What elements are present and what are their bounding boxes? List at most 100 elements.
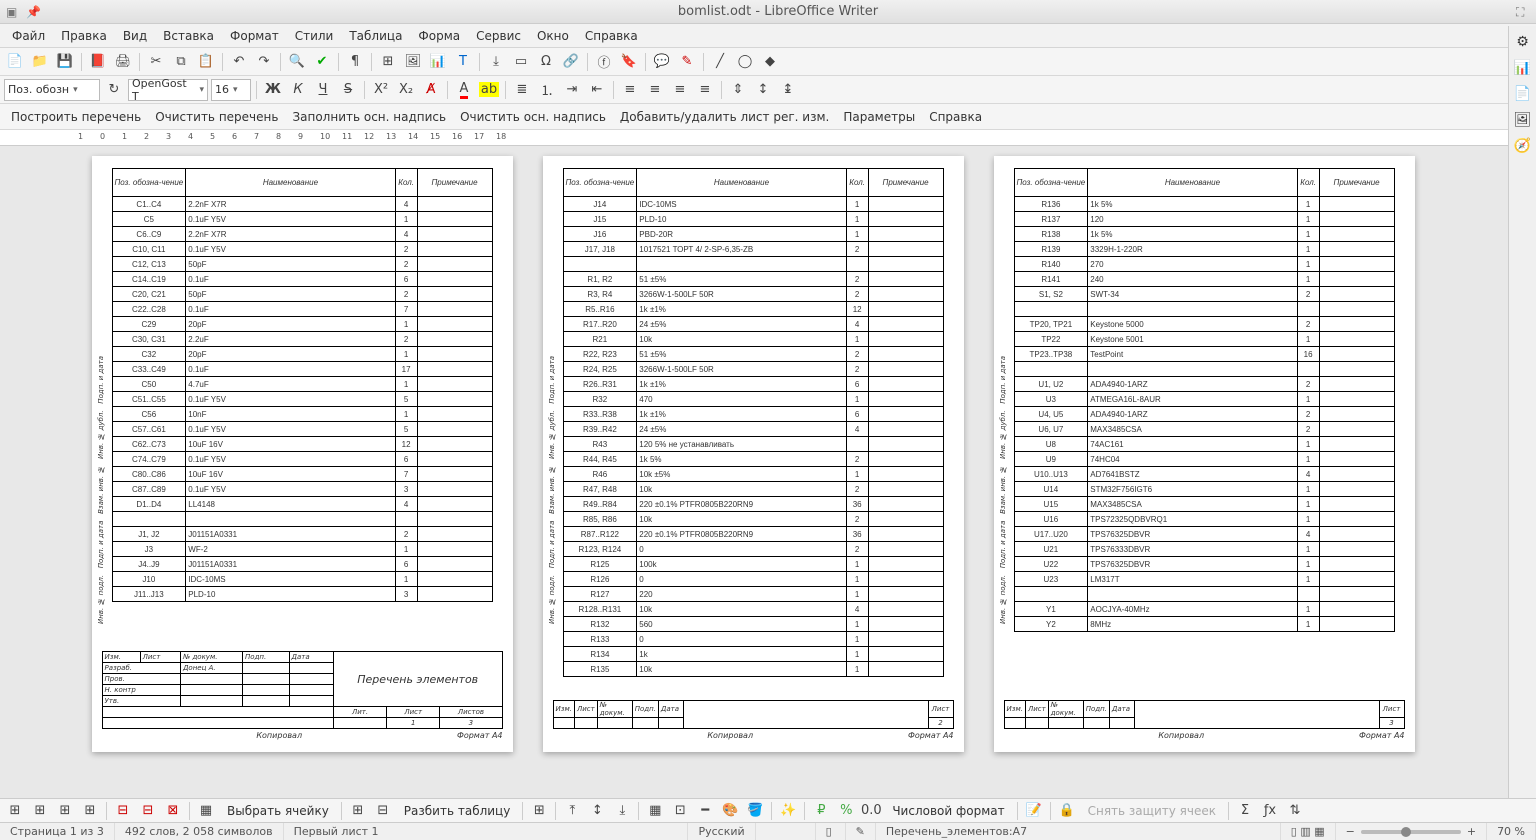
table-row[interactable]: J10IDC-10MS1 xyxy=(112,572,492,587)
table-row[interactable]: U23LM317T1 xyxy=(1014,572,1394,587)
menu-Формат[interactable]: Формат xyxy=(222,26,287,46)
table-row[interactable]: R12601 xyxy=(563,572,943,587)
line-button[interactable]: ╱ xyxy=(709,51,731,73)
sum-button[interactable]: Σ xyxy=(1234,800,1256,822)
language-indicator[interactable]: Русский xyxy=(688,823,755,840)
table-row[interactable]: U4, U5ADA4940-1ARZ2 xyxy=(1014,407,1394,422)
currency-icon[interactable]: ₽ xyxy=(810,800,832,822)
page-style[interactable]: Первый лист 1 xyxy=(284,823,689,840)
sort-button[interactable]: ⇅ xyxy=(1284,800,1306,822)
bom-table-1[interactable]: Поз. обозна-чение Наименование Кол. Прим… xyxy=(112,168,493,602)
border-button[interactable]: ⊡ xyxy=(669,800,691,822)
superscript-button[interactable]: X² xyxy=(370,79,392,101)
align-center-button[interactable]: ≡ xyxy=(644,79,666,101)
menu-Справка[interactable]: Справка xyxy=(577,26,646,46)
table-row[interactable]: R13510k1 xyxy=(563,662,943,677)
bom-table-2[interactable]: Поз. обозна-чение Наименование Кол. Прим… xyxy=(563,168,944,677)
update-style-button[interactable]: ↻ xyxy=(103,79,125,101)
table-row[interactable]: Y28MHz1 xyxy=(1014,617,1394,632)
table-row[interactable]: C22..C280.1uF7 xyxy=(112,302,492,317)
page-indicator[interactable]: Страница 1 из 3 xyxy=(0,823,115,840)
addon-Очистить-перечень[interactable]: Очистить перечень xyxy=(148,107,285,127)
highlight-button[interactable]: ab xyxy=(478,79,500,101)
table-row[interactable]: R13301 xyxy=(563,632,943,647)
table-row[interactable]: C30, C312.2uF2 xyxy=(112,332,492,347)
table-row[interactable]: R4610k ±5%1 xyxy=(563,467,943,482)
table-row[interactable]: TP20, TP21Keystone 50002 xyxy=(1014,317,1394,332)
font-size-combo[interactable]: 16▾ xyxy=(211,79,251,101)
autoformat-button[interactable]: ✨ xyxy=(777,800,799,822)
table-row[interactable]: C74..C790.1uF Y5V6 xyxy=(112,452,492,467)
subscript-button[interactable]: X₂ xyxy=(395,79,417,101)
italic-button[interactable]: К xyxy=(287,79,309,101)
table-row[interactable]: C1..C42.2nF X7R4 xyxy=(112,197,492,212)
save-button[interactable]: 💾 xyxy=(54,51,76,73)
table-row[interactable]: U1, U2ADA4940-1ARZ2 xyxy=(1014,377,1394,392)
table-row[interactable]: R324701 xyxy=(563,392,943,407)
align-top-button[interactable]: ⤒ xyxy=(561,800,583,822)
table-row[interactable]: R33..R381k ±1%6 xyxy=(563,407,943,422)
footnote-button[interactable]: ⓕ xyxy=(593,51,615,73)
table-row[interactable]: U874AC1611 xyxy=(1014,437,1394,452)
insert-row-above-button[interactable]: ⊞ xyxy=(4,800,26,822)
paragraph-style-combo[interactable]: Поз. обозн▾ xyxy=(4,79,100,101)
table-row[interactable]: C5610nF1 xyxy=(112,407,492,422)
table-row[interactable] xyxy=(1014,587,1394,602)
field-button[interactable]: ▭ xyxy=(510,51,532,73)
select-cell-icon[interactable]: ▦ xyxy=(195,800,217,822)
table-row[interactable]: R85, R8610k2 xyxy=(563,512,943,527)
table-row[interactable] xyxy=(563,257,943,272)
table-row[interactable]: C3220pF1 xyxy=(112,347,492,362)
sidebar-settings-icon[interactable]: ⚙ xyxy=(1513,32,1533,52)
new-button[interactable]: 📄 xyxy=(4,51,26,73)
spellcheck-button[interactable]: ✔ xyxy=(311,51,333,73)
table-row[interactable]: C57..C610.1uF Y5V5 xyxy=(112,422,492,437)
table-row[interactable]: U3ATMEGA16L-8AUR1 xyxy=(1014,392,1394,407)
bold-button[interactable]: Ж xyxy=(262,79,284,101)
insert-row-below-button[interactable]: ⊞ xyxy=(29,800,51,822)
table-row[interactable]: C33..C490.1uF17 xyxy=(112,362,492,377)
formatting-marks-button[interactable]: ¶ xyxy=(344,51,366,73)
special-char-button[interactable]: Ω xyxy=(535,51,557,73)
table-row[interactable]: C20, C2150pF2 xyxy=(112,287,492,302)
unprotect-button[interactable]: Снять защиту ячеек xyxy=(1081,801,1223,821)
addon-Заполнить-осн.-надпись[interactable]: Заполнить осн. надпись xyxy=(285,107,453,127)
table-row[interactable]: J16PBD-20R1 xyxy=(563,227,943,242)
draw-functions-button[interactable]: ◆ xyxy=(759,51,781,73)
shapes-button[interactable]: ◯ xyxy=(734,51,756,73)
table-row[interactable]: C62..C7310uF 16V12 xyxy=(112,437,492,452)
export-pdf-button[interactable]: 📕 xyxy=(87,51,109,73)
table-row[interactable]: C10, C110.1uF Y5V2 xyxy=(112,242,492,257)
table-row[interactable]: S1, S2SWT-342 xyxy=(1014,287,1394,302)
align-right-button[interactable]: ≡ xyxy=(669,79,691,101)
view-layout-icons[interactable]: ▯ ▥ ▦ xyxy=(1281,823,1336,840)
table-row[interactable]: J11..J13PLD-103 xyxy=(112,587,492,602)
comment-button[interactable]: 💬 xyxy=(651,51,673,73)
table-row[interactable]: U16TPS72325QDBVRQ11 xyxy=(1014,512,1394,527)
delete-col-button[interactable]: ⊟ xyxy=(137,800,159,822)
table-row[interactable] xyxy=(112,512,492,527)
table-row[interactable]: R39..R4224 ±5%4 xyxy=(563,422,943,437)
optimize-button[interactable]: ⊞ xyxy=(528,800,550,822)
table-row[interactable]: C6..C92.2nF X7R4 xyxy=(112,227,492,242)
menu-Форма[interactable]: Форма xyxy=(410,26,468,46)
addon-Построить-перечень[interactable]: Построить перечень xyxy=(4,107,148,127)
percent-icon[interactable]: % xyxy=(835,800,857,822)
table-row[interactable]: C80..C8610uF 16V7 xyxy=(112,467,492,482)
background-color-button[interactable]: 🪣 xyxy=(744,800,766,822)
para-spacing-dec-button[interactable]: ↨ xyxy=(777,79,799,101)
navigator-icon[interactable]: 🧭 xyxy=(1513,136,1533,156)
addon-Параметры[interactable]: Параметры xyxy=(836,107,922,127)
styles-icon[interactable]: 📄 xyxy=(1513,84,1533,104)
find-button[interactable]: 🔍 xyxy=(286,51,308,73)
table-row[interactable]: J17, J181017521 ТОРТ 4/ 2-SP-6,35-ZB2 xyxy=(563,242,943,257)
align-bottom-button[interactable]: ⤓ xyxy=(611,800,633,822)
zoom-control[interactable]: −+ xyxy=(1336,823,1487,840)
split-cells-button[interactable]: ⊟ xyxy=(372,800,394,822)
zoom-percent[interactable]: 70 % xyxy=(1487,823,1536,840)
insert-mode[interactable] xyxy=(756,823,816,840)
properties-icon[interactable]: 📊 xyxy=(1513,58,1533,78)
insert-image-button[interactable]: 🖼 xyxy=(402,51,424,73)
table-row[interactable]: R49..R84220 ±0.1% PTFR0805B220RN936 xyxy=(563,497,943,512)
table-row[interactable]: R17..R2024 ±5%4 xyxy=(563,317,943,332)
